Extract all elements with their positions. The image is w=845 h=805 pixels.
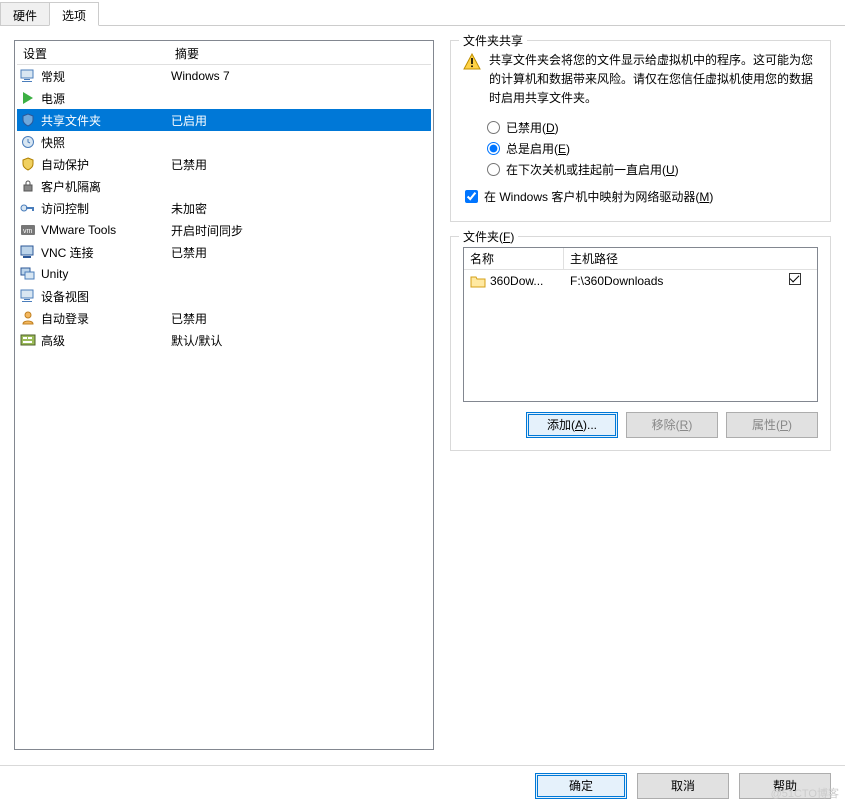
share-group-title: 文件夹共享 [459, 32, 527, 49]
row-autologin[interactable]: 自动登录 已禁用 [17, 307, 431, 329]
row-label: 自动保护 [39, 156, 171, 173]
row-label: 自动登录 [39, 310, 171, 327]
row-summary: 已禁用 [171, 310, 431, 327]
user-icon [19, 310, 37, 326]
checkbox-checked-icon [789, 273, 801, 285]
play-icon [19, 90, 37, 106]
header-summary[interactable]: 摘要 [169, 45, 431, 62]
folder-row[interactable]: 360Dow... F:\360Downloads [464, 270, 817, 292]
vnc-icon [19, 244, 37, 260]
device-icon [19, 288, 37, 304]
row-summary: 默认/默认 [171, 332, 431, 349]
folder-table-header: 名称 主机路径 [464, 248, 817, 270]
row-label: 共享文件夹 [39, 112, 171, 129]
tab-bar: 硬件 选项 [0, 0, 845, 26]
settings-list: 设置 摘要 常规 Windows 7 电源 共享文件夹 已启用 快照 [14, 40, 434, 750]
header-setting[interactable]: 设置 [17, 45, 169, 62]
row-label: 电源 [39, 90, 171, 107]
row-summary: 开启时间同步 [171, 222, 431, 239]
row-label: 设备视图 [39, 288, 171, 305]
row-summary: 已禁用 [171, 244, 431, 261]
warn-row: 共享文件夹会将您的文件显示给虚拟机中的程序。这可能为您的计算机和数据带来风险。请… [463, 51, 818, 109]
row-label: Unity [39, 267, 171, 281]
check-map-drive[interactable]: 在 Windows 客户机中映射为网络驱动器(M) [465, 188, 818, 205]
row-summary: Windows 7 [171, 69, 431, 83]
folder-row-path: F:\360Downloads [564, 270, 789, 292]
key-icon [19, 200, 37, 216]
col-path[interactable]: 主机路径 [564, 248, 789, 269]
right-panel: 文件夹共享 共享文件夹会将您的文件显示给虚拟机中的程序。这可能为您的计算机和数据… [450, 40, 831, 750]
shield-icon [19, 156, 37, 172]
row-autoprotect[interactable]: 自动保护 已禁用 [17, 153, 431, 175]
tab-hardware[interactable]: 硬件 [0, 2, 50, 25]
svg-text:vm: vm [23, 228, 33, 235]
radio-until-poweroff-label: 在下次关机或挂起前一直启用(U) [506, 161, 679, 178]
list-header: 设置 摘要 [17, 43, 431, 65]
radio-disabled-label: 已禁用(D) [506, 119, 559, 136]
folder-row-enabled[interactable] [789, 273, 817, 288]
share-group: 文件夹共享 共享文件夹会将您的文件显示给虚拟机中的程序。这可能为您的计算机和数据… [450, 40, 831, 222]
radio-always-enabled-label: 总是启用(E) [506, 140, 570, 157]
row-snapshots[interactable]: 快照 [17, 131, 431, 153]
row-label: 客户机隔离 [39, 178, 171, 195]
folders-group: 文件夹(F) 名称 主机路径 360Dow... F:\360Downloads [450, 236, 831, 451]
col-name[interactable]: 名称 [464, 248, 564, 269]
row-label: 高级 [39, 332, 171, 349]
row-general[interactable]: 常规 Windows 7 [17, 65, 431, 87]
row-unity[interactable]: Unity [17, 263, 431, 285]
content: 设置 摘要 常规 Windows 7 电源 共享文件夹 已启用 快照 [0, 26, 845, 764]
remove-button[interactable]: 移除(R) [626, 412, 718, 438]
row-device-view[interactable]: 设备视图 [17, 285, 431, 307]
help-button[interactable]: 帮助 [739, 773, 831, 799]
unity-icon [19, 266, 37, 282]
tab-options[interactable]: 选项 [49, 2, 99, 26]
check-map-drive-label: 在 Windows 客户机中映射为网络驱动器(M) [484, 188, 713, 205]
monitor-icon [19, 68, 37, 84]
radio-disabled[interactable]: 已禁用(D) [487, 119, 818, 136]
properties-button[interactable]: 属性(P) [726, 412, 818, 438]
clock-icon [19, 134, 37, 150]
list-body: 常规 Windows 7 电源 共享文件夹 已启用 快照 自动保护 [17, 65, 431, 351]
row-label: VMware Tools [39, 223, 171, 237]
row-guest-isolation[interactable]: 客户机隔离 [17, 175, 431, 197]
row-vnc[interactable]: VNC 连接 已禁用 [17, 241, 431, 263]
row-summary: 已启用 [171, 112, 431, 129]
warning-icon [463, 53, 481, 71]
lock-icon [19, 178, 37, 194]
row-power[interactable]: 电源 [17, 87, 431, 109]
row-access-control[interactable]: 访问控制 未加密 [17, 197, 431, 219]
folder-name-text: 360Dow... [490, 274, 543, 288]
radio-always-enabled[interactable]: 总是启用(E) [487, 140, 818, 157]
row-label: 访问控制 [39, 200, 171, 217]
row-advanced[interactable]: 高级 默认/默认 [17, 329, 431, 351]
add-button[interactable]: 添加(A)... [526, 412, 618, 438]
radio-until-poweroff[interactable]: 在下次关机或挂起前一直启用(U) [487, 161, 818, 178]
folder-row-name: 360Dow... [464, 270, 564, 292]
row-label: VNC 连接 [39, 244, 171, 261]
vm-icon: vm [19, 222, 37, 238]
row-label: 快照 [39, 134, 171, 151]
cancel-button[interactable]: 取消 [637, 773, 729, 799]
row-vmware-tools[interactable]: vm VMware Tools 开启时间同步 [17, 219, 431, 241]
dialog-footer: 确定 取消 帮助 @51CTO博客 [0, 765, 845, 805]
shield-folder-icon [19, 112, 37, 128]
folders-group-title: 文件夹(F) [459, 228, 518, 245]
row-summary: 未加密 [171, 200, 431, 217]
check-map-drive-input[interactable] [465, 190, 478, 203]
row-shared-folders[interactable]: 共享文件夹 已启用 [17, 109, 431, 131]
radio-always-enabled-input[interactable] [487, 142, 500, 155]
warn-text: 共享文件夹会将您的文件显示给虚拟机中的程序。这可能为您的计算机和数据带来风险。请… [489, 51, 818, 109]
folder-buttons: 添加(A)... 移除(R) 属性(P) [463, 412, 818, 438]
radio-until-poweroff-input[interactable] [487, 163, 500, 176]
advanced-icon [19, 332, 37, 348]
folder-table[interactable]: 名称 主机路径 360Dow... F:\360Downloads [463, 247, 818, 402]
radio-disabled-input[interactable] [487, 121, 500, 134]
folder-icon [470, 274, 486, 288]
row-summary: 已禁用 [171, 156, 431, 173]
row-label: 常规 [39, 68, 171, 85]
ok-button[interactable]: 确定 [535, 773, 627, 799]
